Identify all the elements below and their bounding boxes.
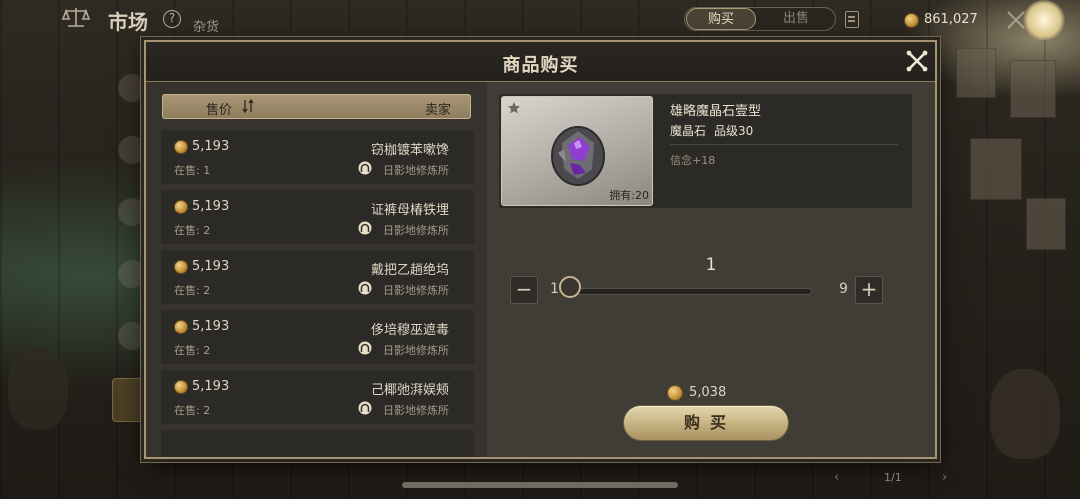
sort-by-price-label[interactable]: 售价 <box>206 99 232 118</box>
listing-stock: 在售: 2 <box>174 404 211 417</box>
tab-buy[interactable]: 购买 <box>686 8 756 30</box>
magic-crystal-icon <box>551 126 605 186</box>
sidebar-selected-category[interactable] <box>112 378 146 422</box>
close-icon[interactable] <box>902 46 932 76</box>
listing-seller: 日影地修炼所 <box>383 224 449 237</box>
listing-item-name: 侈培穆巫遮毒 <box>370 323 449 338</box>
listing-row[interactable]: 5,193 证裤母椿铁埋 在售: 2 日影地修炼所 <box>161 190 474 244</box>
item-meta: 魔晶石 品级30 <box>670 122 761 139</box>
divider <box>670 144 898 145</box>
listing-row-partial[interactable] <box>161 430 474 457</box>
page-title: 市场 <box>108 10 148 34</box>
listing-seller: 日影地修炼所 <box>383 404 449 417</box>
listing-row[interactable]: 5,193 己椰弛湃娱颊 在售: 2 日影地修炼所 <box>161 370 474 424</box>
list-header: 售价 卖家 <box>162 94 471 119</box>
guild-icon <box>358 341 372 355</box>
sort-icon[interactable] <box>242 99 254 113</box>
total-price: 5,038 <box>689 385 727 400</box>
seller-column-label: 卖家 <box>424 103 451 118</box>
help-icon[interactable]: ? <box>163 10 181 28</box>
dialog-header: 商品购买 <box>146 42 935 82</box>
prev-page-icon[interactable]: ‹ <box>834 470 839 485</box>
purchase-dialog: 商品购买 售价 卖家 5,193 窃枷镀苯嗽馋 在售: 1 日影地修炼所 5,1… <box>144 40 937 459</box>
records-icon[interactable] <box>845 11 859 28</box>
listing-row[interactable]: 5,193 窃枷镀苯嗽馋 在售: 1 日影地修炼所 <box>161 130 474 184</box>
item-thumbnail: 拥有:20 <box>501 96 653 206</box>
listing-seller: 日影地修炼所 <box>383 344 449 357</box>
listing-price: 5,193 <box>192 379 230 394</box>
listing-stock: 在售: 2 <box>174 284 211 297</box>
owned-count: 拥有:20 <box>609 189 649 202</box>
quantity-value: 1 <box>705 255 717 275</box>
item-detail-card: 拥有:20 雄略魔晶石壹型 魔晶石 品级30 信念+18 <box>499 94 912 208</box>
favorite-star-icon[interactable] <box>507 101 521 115</box>
listing-row[interactable]: 5,193 侈培穆巫遮毒 在售: 2 日影地修炼所 <box>161 310 474 364</box>
purchase-panel: 拥有:20 雄略魔晶石壹型 魔晶石 品级30 信念+18 1 − 1 9 + 5,… <box>487 82 935 457</box>
item-name: 雄略魔晶石壹型 <box>670 104 762 119</box>
increase-quantity-button[interactable]: + <box>855 276 883 304</box>
listing-price: 5,193 <box>192 199 230 214</box>
quantity-max: 9 <box>839 281 848 297</box>
quantity-slider[interactable] <box>570 288 812 295</box>
next-page-icon[interactable]: › <box>942 470 947 485</box>
guild-icon <box>358 161 372 175</box>
coin-icon <box>174 320 188 334</box>
sack-decoration <box>990 369 1060 459</box>
sidebar-star-icon[interactable] <box>118 74 146 102</box>
listing-stock: 在售: 1 <box>174 164 211 177</box>
top-bar: 市场 ? 杂货 购买 出售 861,027 <box>0 0 1080 40</box>
exit-market-icon[interactable] <box>1005 9 1027 31</box>
category-label: 杂货 <box>193 20 220 35</box>
listing-item-name: 戴把乙趟绝坞 <box>370 263 449 278</box>
pagination: ‹ 1/1 › <box>832 468 962 490</box>
tab-sell[interactable]: 出售 <box>761 8 831 30</box>
sidebar-flask-icon[interactable] <box>118 260 146 288</box>
home-indicator[interactable] <box>402 482 678 488</box>
buy-sell-tabs: 购买 出售 <box>684 7 836 31</box>
coin-icon <box>174 140 188 154</box>
coin-icon <box>667 385 683 401</box>
coin-icon <box>174 380 188 394</box>
listing-price: 5,193 <box>192 319 230 334</box>
gold-balance: 861,027 <box>924 12 978 27</box>
item-stat: 信念+18 <box>670 154 716 167</box>
listing-row[interactable]: 5,193 戴把乙趟绝坞 在售: 2 日影地修炼所 <box>161 250 474 304</box>
buy-button[interactable]: 购买 <box>624 406 788 440</box>
listing-seller: 日影地修炼所 <box>383 284 449 297</box>
sidebar-herb-icon[interactable] <box>118 198 146 226</box>
listing-price: 5,193 <box>192 259 230 274</box>
listing-item-name: 窃枷镀苯嗽馋 <box>370 143 449 158</box>
item-type: 魔晶石 <box>670 124 707 138</box>
listing-stock: 在售: 2 <box>174 224 211 237</box>
guild-icon <box>358 281 372 295</box>
sidebar-box-icon[interactable] <box>118 322 146 350</box>
coin-icon <box>174 200 188 214</box>
listing-item-name: 证裤母椿铁埋 <box>370 203 449 218</box>
page-indicator: 1/1 <box>884 471 902 484</box>
guild-icon <box>358 401 372 415</box>
scale-icon <box>62 8 90 27</box>
listings-panel: 售价 卖家 5,193 窃枷镀苯嗽馋 在售: 1 日影地修炼所 5,193 证裤… <box>147 82 487 457</box>
listing-price: 5,193 <box>192 139 230 154</box>
sidebar-potion-icon[interactable] <box>118 136 146 164</box>
decrease-quantity-button[interactable]: − <box>510 276 538 304</box>
guild-icon <box>358 221 372 235</box>
sack-decoration-left <box>8 349 68 429</box>
item-grade: 品级30 <box>714 124 754 138</box>
slider-handle[interactable] <box>559 276 581 298</box>
dialog-title: 商品购买 <box>502 55 579 76</box>
gold-coin-icon <box>904 13 919 28</box>
listing-item-name: 己椰弛湃娱颊 <box>370 383 449 398</box>
listing-stock: 在售: 2 <box>174 344 211 357</box>
listing-seller: 日影地修炼所 <box>383 164 449 177</box>
coin-icon <box>174 260 188 274</box>
notice-board <box>950 48 1070 348</box>
quantity-min: 1 <box>550 281 559 297</box>
